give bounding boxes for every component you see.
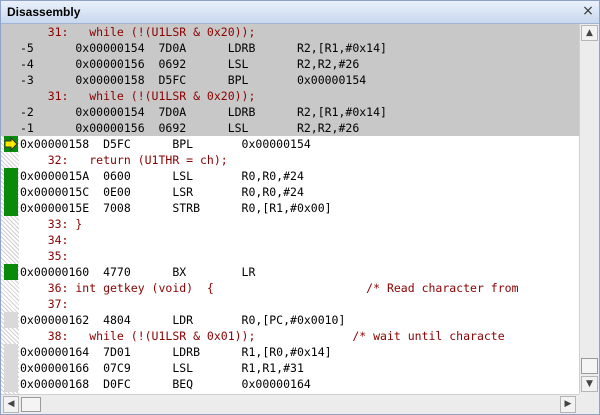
- asm-line-text: 0x00000168 D0FC BEQ 0x00000164: [20, 377, 311, 391]
- source-line[interactable]: 36: int getkey (void) { /* Read characte…: [1, 280, 579, 296]
- asm-line[interactable]: -2 0x00000154 7D0A LDRB R2,[R1,#0x14]: [1, 104, 579, 120]
- asm-line-text: -5 0x00000154 7D0A LDRB R2,[R1,#0x14]: [20, 41, 387, 55]
- asm-line[interactable]: 0x0000015E 7008 STRB R0,[R1,#0x00]: [1, 200, 579, 216]
- source-line-text: 34:: [20, 233, 69, 247]
- executed-marker: [4, 264, 18, 280]
- source-line[interactable]: 38: while (!(U1LSR & 0x01)); /* wait unt…: [1, 328, 579, 344]
- horizontal-scroll-thumb[interactable]: [21, 397, 41, 412]
- asm-line-text: -1 0x00000156 0692 LSL R2,R2,#26: [20, 121, 360, 135]
- asm-line-text: 0x00000166 07C9 LSL R1,R1,#31: [20, 361, 304, 375]
- asm-line[interactable]: -3 0x00000158 D5FC BPL 0x00000154: [1, 72, 579, 88]
- scroll-left-icon[interactable]: ◀: [3, 396, 19, 413]
- scrollbar-corner: [579, 394, 599, 414]
- asm-line[interactable]: 0x00000162 4804 LDR R0,[PC,#0x0010]: [1, 312, 579, 328]
- asm-line-text: 0x00000158 D5FC BPL 0x00000154: [20, 137, 311, 151]
- asm-line[interactable]: -4 0x00000156 0692 LSL R2,R2,#26: [1, 56, 579, 72]
- scroll-right-icon[interactable]: ▶: [560, 396, 576, 413]
- asm-line[interactable]: 0x0000015C 0E00 LSR R0,R0,#24: [1, 184, 579, 200]
- executed-marker: [4, 200, 18, 216]
- scroll-up-icon[interactable]: ▲: [581, 25, 598, 41]
- asm-line-text: 0x0000015A 0600 LSL R0,R0,#24: [20, 169, 304, 183]
- source-line-text: 36: int getkey (void) { /* Read characte…: [20, 281, 519, 295]
- source-line-text: 31: while (!(U1LSR & 0x20));: [20, 89, 256, 103]
- asm-line-text: 0x00000164 7D01 LDRB R1,[R0,#0x14]: [20, 345, 332, 359]
- close-icon[interactable]: ×: [581, 4, 595, 18]
- not-executed-marker: [4, 376, 18, 392]
- not-executed-marker: [4, 360, 18, 376]
- source-line-text: 33: }: [20, 217, 83, 231]
- source-line[interactable]: 31: while (!(U1LSR & 0x20));: [1, 88, 579, 104]
- source-line-text: 31: while (!(U1LSR & 0x20));: [20, 25, 256, 39]
- asm-line[interactable]: 0x00000166 07C9 LSL R1,R1,#31: [1, 360, 579, 376]
- source-line-text: 37:: [20, 297, 69, 311]
- asm-line[interactable]: 0x0000015A 0600 LSL R0,R0,#24: [1, 168, 579, 184]
- executed-marker: [4, 184, 18, 200]
- asm-line[interactable]: 0x00000168 D0FC BEQ 0x00000164: [1, 376, 579, 392]
- source-line-text: 32: return (U1THR = ch);: [20, 153, 228, 167]
- asm-line[interactable]: 0x00000164 7D01 LDRB R1,[R0,#0x14]: [1, 344, 579, 360]
- source-line[interactable]: 35:: [1, 248, 579, 264]
- source-line-text: 35:: [20, 249, 69, 263]
- asm-line-text: 0x00000162 4804 LDR R0,[PC,#0x0010]: [20, 313, 346, 327]
- disassembly-view[interactable]: 31: while (!(U1LSR & 0x20)); -5 0x0000015…: [1, 24, 579, 394]
- source-line[interactable]: 34:: [1, 232, 579, 248]
- asm-line[interactable]: -1 0x00000156 0692 LSL R2,R2,#26: [1, 120, 579, 136]
- asm-line-text: -2 0x00000154 7D0A LDRB R2,[R1,#0x14]: [20, 105, 387, 119]
- vertical-scrollbar[interactable]: ▲ ▼: [579, 24, 599, 394]
- window-title: Disassembly: [7, 5, 81, 19]
- asm-line[interactable]: 0x00000160 4770 BX LR: [1, 264, 579, 280]
- asm-line-text: -4 0x00000156 0692 LSL R2,R2,#26: [20, 57, 360, 71]
- disassembly-window: Disassembly × 31: while (!(U1LSR & 0x20)…: [0, 0, 600, 415]
- source-line[interactable]: 33: }: [1, 216, 579, 232]
- scroll-down-icon[interactable]: ▼: [581, 376, 598, 392]
- executed-marker: [4, 168, 18, 184]
- asm-line-text: 0x0000015E 7008 STRB R0,[R1,#0x00]: [20, 201, 332, 215]
- asm-line[interactable]: 0x00000158 D5FC BPL 0x00000154: [1, 136, 579, 152]
- asm-line-text: 0x00000160 4770 BX LR: [20, 265, 256, 279]
- source-line-text: 38: while (!(U1LSR & 0x01)); /* wait unt…: [20, 329, 505, 343]
- source-line[interactable]: 31: while (!(U1LSR & 0x20));: [1, 24, 579, 40]
- vertical-scroll-thumb[interactable]: [581, 358, 598, 374]
- asm-line-text: 0x0000015C 0E00 LSR R0,R0,#24: [20, 185, 304, 199]
- title-bar: Disassembly ×: [1, 1, 599, 24]
- asm-line-text: -3 0x00000158 D5FC BPL 0x00000154: [20, 73, 367, 87]
- source-line[interactable]: 37:: [1, 296, 579, 312]
- asm-line[interactable]: -5 0x00000154 7D0A LDRB R2,[R1,#0x14]: [1, 40, 579, 56]
- not-executed-marker: [4, 312, 18, 328]
- current-instruction-arrow-icon: [4, 137, 18, 151]
- not-executed-marker: [4, 344, 18, 360]
- horizontal-scrollbar[interactable]: ◀ ▶: [1, 394, 579, 414]
- source-line[interactable]: 32: return (U1THR = ch);: [1, 152, 579, 168]
